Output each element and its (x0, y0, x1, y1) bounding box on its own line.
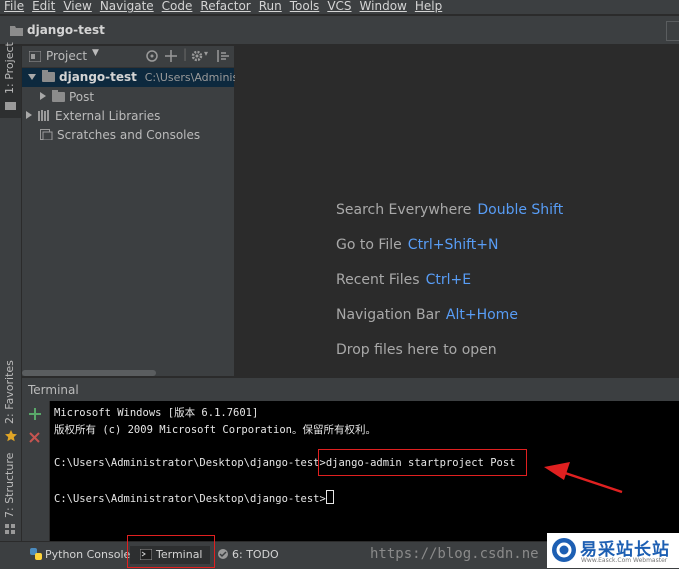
watermark-logo-icon (552, 538, 576, 562)
menu-window[interactable]: Window (360, 0, 407, 13)
annotation-arrow-icon (544, 462, 623, 494)
menu-edit[interactable]: Edit (32, 0, 55, 13)
menu-vcs[interactable]: VCS (327, 0, 351, 13)
menu-refactor[interactable]: Refactor (200, 0, 250, 13)
tree-root-name: django-test (59, 70, 137, 84)
watermark-brand-sub: Www.Easck.Com Webmaster (581, 557, 668, 564)
collapsed-arrow-icon[interactable] (26, 111, 32, 119)
menu-tools[interactable]: Tools (290, 0, 320, 13)
watermark-logo: 易采站长站 Www.Easck.Com Webmaster (547, 533, 679, 568)
project-panel-header: Project ▼ | ▾ (22, 46, 234, 68)
hint-navigation-bar: Navigation Bar Alt+Home (336, 307, 518, 323)
header-divider: | (183, 47, 188, 61)
expand-arrow-icon[interactable] (28, 74, 36, 80)
left-tool-strip: 1: Project 2: Favorites 7: Structure (0, 42, 22, 541)
library-icon (38, 110, 49, 121)
menu-run[interactable]: Run (259, 0, 282, 13)
target-icon[interactable] (146, 50, 158, 62)
folder-icon (42, 70, 55, 82)
gear-icon[interactable] (191, 50, 203, 62)
terminal-cursor (325, 490, 334, 504)
terminal-header: Terminal (22, 377, 679, 402)
menu-bar: File Edit View Navigate Code Refactor Run Tools… (0, 0, 679, 14)
watermark-url: https://blog.csdn.ne (370, 546, 539, 562)
tree-item-scratches[interactable]: Scratches and Consoles (40, 126, 200, 145)
collapse-all-icon[interactable] (165, 50, 177, 62)
tree-item-post-label: Post (69, 90, 95, 104)
close-icon[interactable] (29, 432, 40, 443)
terminal-title: Terminal (28, 383, 79, 397)
tab-python-console[interactable]: Python Console (30, 546, 130, 564)
scratches-icon (40, 129, 53, 141)
tree-item-external-libraries-label: External Libraries (55, 109, 161, 123)
menu-code[interactable]: Code (162, 0, 193, 13)
terminal-line-2: 版权所有 (c) 2009 Microsoft Corporation。保留所有… (54, 424, 376, 436)
tab-structure-label: 7: Structure (3, 452, 16, 518)
project-tab-icon (5, 102, 16, 110)
navigation-bar: django-test (0, 16, 679, 45)
navbar-project-title[interactable]: django-test (27, 23, 105, 37)
hint-go-to-file: Go to File Ctrl+Shift+N (336, 237, 499, 253)
folder-icon (52, 90, 65, 102)
add-icon[interactable] (29, 408, 41, 420)
terminal-prompt: C:\Users\Administrator\Desktop\django-te… (54, 493, 326, 505)
folder-icon (10, 26, 23, 36)
terminal-prompt: C:\Users\Administrator\Desktop\django-te… (54, 457, 326, 469)
navbar-toolbar-edge (666, 21, 679, 41)
tree-item-scratches-label: Scratches and Consoles (57, 128, 201, 142)
collapsed-arrow-icon[interactable] (40, 92, 46, 100)
python-icon (30, 548, 42, 560)
annotation-terminal-tab-box (127, 535, 215, 568)
terminal-line-1: Microsoft Windows [版本 6.1.7601] (54, 407, 259, 419)
tree-item-external-libraries[interactable]: External Libraries (26, 107, 160, 126)
star-icon (5, 430, 17, 442)
horizontal-scrollbar[interactable] (22, 370, 156, 376)
hint-search-everywhere: Search Everywhere Double Shift (336, 202, 564, 218)
chevron-down-icon[interactable]: ▼ (92, 48, 99, 58)
tree-item-post[interactable]: Post (40, 88, 94, 107)
annotation-command-box (318, 449, 527, 476)
terminal-line-4: C:\Users\Administrator\Desktop\django-te… (54, 490, 334, 505)
tab-favorites[interactable]: 2: Favorites (0, 360, 21, 446)
tab-project[interactable]: 1: Project (0, 42, 21, 118)
editor-area: Search Everywhere Double Shift Go to File… (235, 46, 679, 376)
hide-panel-icon[interactable] (217, 50, 229, 62)
menu-file[interactable]: File (4, 0, 24, 13)
hint-recent-files: Recent Files Ctrl+E (336, 272, 472, 288)
tab-favorites-label: 2: Favorites (3, 360, 16, 424)
project-view-label[interactable]: Project (46, 49, 87, 63)
terminal-side-toolbar (22, 401, 50, 541)
tab-python-console-label: Python Console (45, 548, 131, 561)
tree-root-row[interactable]: django-test C:\Users\Administrat (22, 68, 258, 87)
todo-icon (218, 549, 228, 559)
tab-todo[interactable]: 6: TODO (217, 546, 279, 564)
structure-icon (5, 524, 15, 534)
gear-dropdown-icon[interactable]: ▾ (204, 49, 208, 58)
tab-structure[interactable]: 7: Structure (0, 452, 21, 536)
menu-navigate[interactable]: Navigate (100, 0, 154, 13)
tab-todo-label: 6: TODO (232, 548, 279, 561)
menu-view[interactable]: View (63, 0, 91, 13)
project-view-icon (29, 51, 41, 62)
hint-drop-files: Drop files here to open (336, 342, 497, 358)
menu-help[interactable]: Help (415, 0, 442, 13)
tab-project-label: 1: Project (3, 42, 16, 94)
